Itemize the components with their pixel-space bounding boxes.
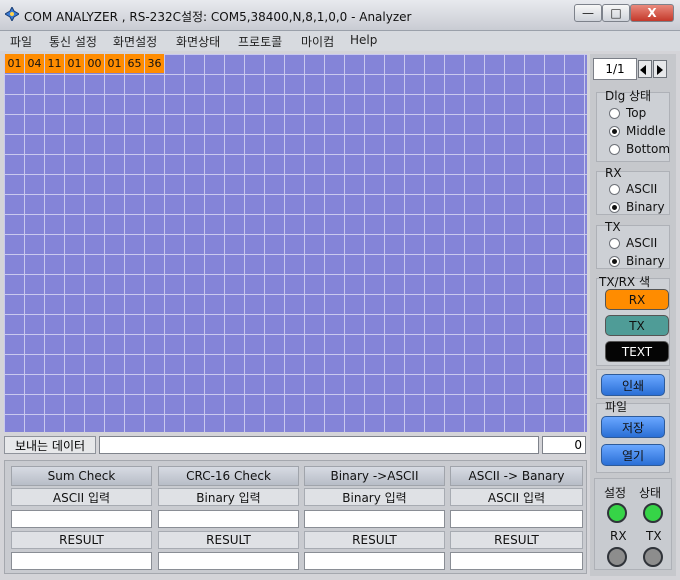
ascii-to-binary-result xyxy=(450,552,583,570)
menu-protocol[interactable]: 프로토콜 xyxy=(238,33,282,50)
send-data-label: 보내는 데이터 xyxy=(4,436,96,454)
save-button[interactable]: 저장 xyxy=(601,416,665,438)
send-count-field: 0 xyxy=(542,436,586,454)
rx-binary-radio[interactable]: Binary xyxy=(609,200,665,214)
app-icon xyxy=(5,7,19,21)
menu-file[interactable]: 파일 xyxy=(10,33,32,50)
send-data-input[interactable] xyxy=(99,436,539,454)
data-cell[interactable]: 00 xyxy=(85,54,104,73)
binary-to-ascii-result xyxy=(304,552,445,570)
data-cell[interactable]: 04 xyxy=(25,54,44,73)
result-label: RESULT xyxy=(304,531,445,549)
file-group: 파일 저장 열기 xyxy=(596,400,670,473)
result-label: RESULT xyxy=(158,531,299,549)
right-control-panel: 1/1 Dlg 상태 Top Middle Bottom RX ASCII Bi… xyxy=(590,54,676,576)
menu-screen-settings[interactable]: 화면설정 xyxy=(113,33,157,50)
state-label: 상태 xyxy=(639,486,662,500)
menu-help[interactable]: Help xyxy=(350,33,377,47)
text-color-button[interactable]: TEXT xyxy=(605,341,669,362)
data-cell[interactable]: 01 xyxy=(65,54,84,73)
data-cell[interactable]: 01 xyxy=(5,54,24,73)
radio-selected-icon xyxy=(609,201,620,213)
result-label: RESULT xyxy=(450,531,583,549)
tx-color-button[interactable]: TX xyxy=(605,315,669,336)
dlg-status-title: Dlg 상태 xyxy=(605,89,652,103)
open-button[interactable]: 열기 xyxy=(601,444,665,466)
conversion-tools-panel: Sum Check CRC-16 Check Binary ->ASCII AS… xyxy=(4,460,587,574)
ascii-to-binary-button[interactable]: ASCII -> Banary xyxy=(450,466,583,486)
setting-label: 설정 xyxy=(604,486,627,500)
page-indicator: 1/1 xyxy=(593,58,637,80)
data-cell[interactable]: 36 xyxy=(145,54,164,73)
file-title: 파일 xyxy=(605,400,628,414)
send-bar: 보내는 데이터 0 xyxy=(4,435,587,455)
crc16-input[interactable] xyxy=(158,510,299,528)
tx-mode-group: TX ASCII Binary xyxy=(596,220,670,269)
radio-icon xyxy=(609,183,620,195)
tx-mode-title: TX xyxy=(605,220,621,234)
window-title: COM ANALYZER , RS-232C설정: COM5,38400,N,8… xyxy=(24,10,412,24)
dlg-status-group: Dlg 상태 Top Middle Bottom xyxy=(596,89,670,162)
rx-label: RX xyxy=(610,529,627,543)
sum-check-input[interactable] xyxy=(11,510,152,528)
rx-mode-title: RX xyxy=(605,166,622,180)
crc16-result xyxy=(158,552,299,570)
binary-input-label: Binary 입력 xyxy=(158,488,299,506)
rx-led-icon xyxy=(607,547,627,567)
ascii-to-binary-input[interactable] xyxy=(450,510,583,528)
menu-comm-settings[interactable]: 통신 설정 xyxy=(49,33,97,50)
dlg-bottom-radio[interactable]: Bottom xyxy=(609,142,670,156)
dlg-middle-radio[interactable]: Middle xyxy=(609,124,666,138)
rx-color-button[interactable]: RX xyxy=(605,289,669,310)
data-cell[interactable]: 01 xyxy=(105,54,124,73)
rx-mode-group: RX ASCII Binary xyxy=(596,166,670,215)
close-button[interactable]: X xyxy=(630,4,674,22)
sum-check-result xyxy=(11,552,152,570)
binary-input-label: Binary 입력 xyxy=(304,488,445,506)
prev-page-arrow-icon[interactable] xyxy=(638,60,652,78)
minimize-button[interactable]: — xyxy=(574,4,602,22)
menu-screen-status[interactable]: 화면상태 xyxy=(176,33,220,50)
binary-to-ascii-input[interactable] xyxy=(304,510,445,528)
color-title: TX/RX 색 xyxy=(599,275,651,289)
sum-check-button[interactable]: Sum Check xyxy=(11,466,152,486)
title-bar: COM ANALYZER , RS-232C설정: COM5,38400,N,8… xyxy=(0,0,680,31)
color-group: TX/RX 색 RX TX TEXT xyxy=(596,275,670,366)
print-group: 인쇄 xyxy=(596,369,670,399)
radio-icon xyxy=(609,143,620,155)
menu-bar: 파일 통신 설정 화면설정 화면상태 프로토콜 마이컴 Help xyxy=(0,31,680,51)
print-button[interactable]: 인쇄 xyxy=(601,374,665,396)
data-cell[interactable]: 11 xyxy=(45,54,64,73)
radio-selected-icon xyxy=(609,255,620,267)
radio-icon xyxy=(609,107,620,119)
setting-led-icon xyxy=(607,503,627,523)
binary-to-ascii-button[interactable]: Binary ->ASCII xyxy=(304,466,445,486)
maximize-button[interactable]: □ xyxy=(602,4,630,22)
data-cell[interactable]: 65 xyxy=(125,54,144,73)
dlg-top-radio[interactable]: Top xyxy=(609,106,646,120)
state-led-icon xyxy=(643,503,663,523)
status-leds-panel: 설정 상태 RX TX xyxy=(594,478,672,570)
ascii-input-label: ASCII 입력 xyxy=(450,488,583,506)
radio-icon xyxy=(609,237,620,249)
result-label: RESULT xyxy=(11,531,152,549)
tx-led-icon xyxy=(643,547,663,567)
crc16-check-button[interactable]: CRC-16 Check xyxy=(158,466,299,486)
menu-micom[interactable]: 마이컴 xyxy=(301,33,334,50)
tx-binary-radio[interactable]: Binary xyxy=(609,254,665,268)
rx-ascii-radio[interactable]: ASCII xyxy=(609,182,657,196)
next-page-arrow-icon[interactable] xyxy=(653,60,667,78)
radio-selected-icon xyxy=(609,125,620,137)
app-window: COM ANALYZER , RS-232C설정: COM5,38400,N,8… xyxy=(0,0,680,580)
data-grid: 01 04 11 01 00 01 65 36 xyxy=(4,54,587,432)
tx-label: TX xyxy=(646,529,662,543)
tx-ascii-radio[interactable]: ASCII xyxy=(609,236,657,250)
ascii-input-label: ASCII 입력 xyxy=(11,488,152,506)
